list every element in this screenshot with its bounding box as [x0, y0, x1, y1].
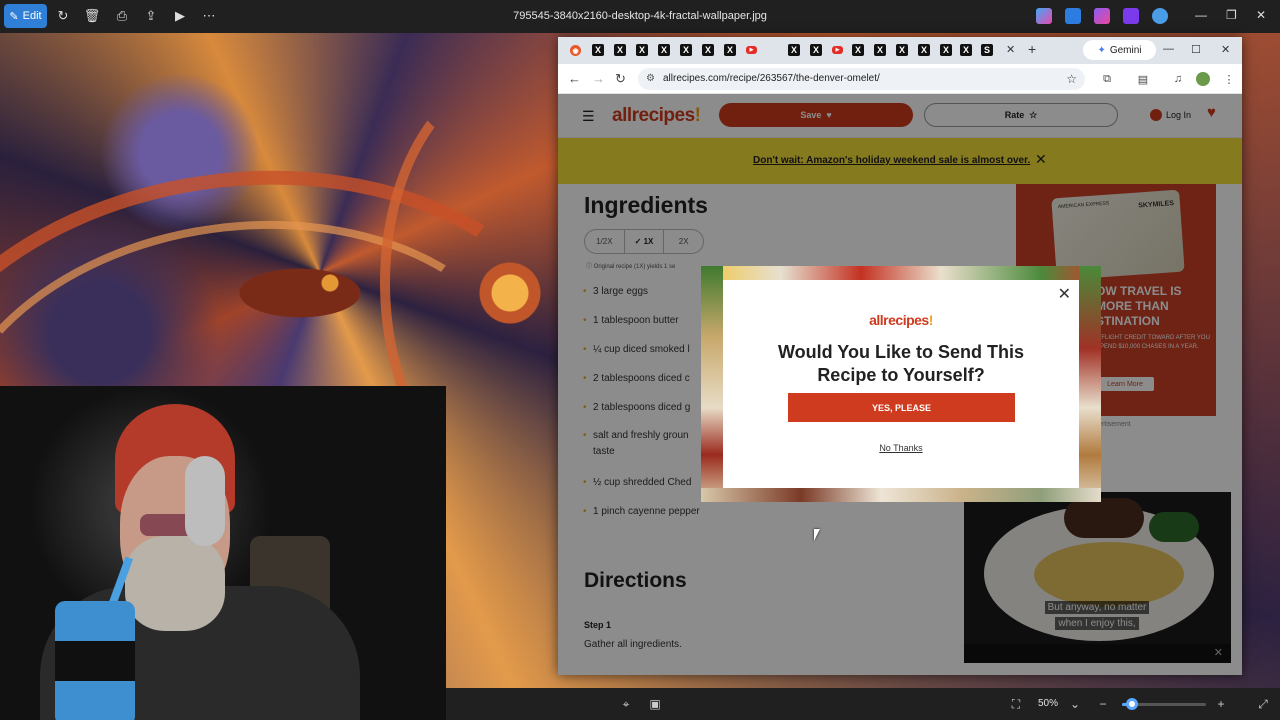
gemini-button[interactable]: ✦ Gemini — [1083, 40, 1156, 60]
zoom-out-icon[interactable]: − — [1096, 697, 1110, 711]
minimize-icon[interactable]: — — [1163, 43, 1174, 55]
vegetable-border — [1079, 266, 1101, 502]
gemini-label: Gemini — [1109, 44, 1142, 56]
browser-window: ◉ X X X X X X X ▶ X X ▶ X X X X X X S ✕ … — [558, 37, 1242, 675]
tab-x[interactable]: X — [788, 44, 800, 56]
close-icon[interactable]: ✕ — [1221, 43, 1230, 56]
modal-body: ✕ allrecipes! Would You Like to Send Thi… — [723, 280, 1079, 488]
copilot-icon[interactable] — [1036, 8, 1052, 24]
reading-mode-icon[interactable]: ▤ — [1136, 72, 1150, 86]
tab-x[interactable]: X — [810, 44, 822, 56]
zoom-in-icon[interactable]: + — [1214, 697, 1228, 711]
modal-close-icon[interactable]: ✕ — [1058, 284, 1071, 304]
modal-logo: allrecipes! — [869, 312, 934, 328]
send-recipe-modal: ✕ allrecipes! Would You Like to Send Thi… — [701, 266, 1101, 502]
tab-youtube[interactable]: ▶ — [746, 46, 757, 54]
zoom-slider[interactable] — [1122, 698, 1206, 710]
url-text: allrecipes.com/recipe/263567/the-denver-… — [663, 73, 880, 84]
text-extract-icon[interactable]: ▣ — [648, 697, 662, 711]
address-bar: ← → ↻ ⚙ allrecipes.com/recipe/263567/the… — [558, 64, 1242, 94]
new-tab-icon[interactable]: + — [1028, 41, 1036, 57]
profile-avatar[interactable] — [1196, 72, 1210, 86]
extensions-icon[interactable]: ⧉ — [1100, 72, 1114, 86]
tab-x[interactable]: X — [702, 44, 714, 56]
tab-x[interactable]: X — [680, 44, 692, 56]
app-tray-icon[interactable] — [1065, 8, 1081, 24]
tab-x[interactable]: X — [896, 44, 908, 56]
reload-icon[interactable]: ↻ — [615, 71, 626, 87]
tab-x[interactable]: X — [614, 44, 626, 56]
webcam-feed — [0, 386, 446, 720]
vegetable-border — [701, 266, 1101, 280]
yes-please-button[interactable]: YES, PLEASE — [788, 393, 1015, 422]
tab-youtube[interactable]: ▶ — [832, 46, 843, 54]
app-tray-icon[interactable] — [1123, 8, 1139, 24]
tab-x[interactable]: X — [636, 44, 648, 56]
tab-x[interactable]: X — [960, 44, 972, 56]
url-input[interactable]: ⚙ allrecipes.com/recipe/263567/the-denve… — [638, 68, 1085, 90]
restore-icon[interactable]: ❐ — [1226, 8, 1237, 22]
tab-x[interactable]: X — [724, 44, 736, 56]
fit-to-window-icon[interactable]: ⛶ — [1009, 697, 1023, 711]
tab-substack[interactable]: S — [981, 44, 993, 56]
gemini-icon: ✦ — [1097, 44, 1106, 56]
vegetable-border — [701, 488, 1101, 502]
tab-allrecipes[interactable]: ◉ — [570, 45, 581, 56]
headphones — [185, 456, 225, 546]
fullscreen-icon[interactable]: ⤢ — [1256, 697, 1270, 711]
no-thanks-link[interactable]: No Thanks — [723, 443, 1079, 453]
media-icon[interactable]: ♫ — [1171, 72, 1185, 86]
tab-strip: ◉ X X X X X X X ▶ X X ▶ X X X X X X S ✕ … — [558, 37, 1242, 64]
tab-x[interactable]: X — [940, 44, 952, 56]
menu-icon[interactable]: ⋮ — [1222, 72, 1236, 86]
app-tray-icon[interactable] — [1094, 8, 1110, 24]
tab-x[interactable]: X — [918, 44, 930, 56]
screen: ✎ Edit ↻ 🗑 ⎙ ⇪ ▶ ⋯ 795545-3840x2160-desk… — [0, 0, 1280, 720]
viewer-bottom-bar: ⌖ ▣ ⛶ 50% ⌄ − + ⤢ — [446, 688, 1280, 720]
onedrive-icon[interactable] — [1152, 8, 1168, 24]
modal-title: Would You Like to Send This Recipe to Yo… — [777, 342, 1024, 385]
mouse-cursor — [814, 529, 820, 541]
tab-x[interactable]: X — [874, 44, 886, 56]
zoom-slider-thumb[interactable] — [1126, 698, 1139, 710]
close-icon[interactable]: ✕ — [1256, 8, 1266, 22]
logo-mark: ! — [928, 312, 934, 328]
tab-close-icon[interactable]: ✕ — [1006, 43, 1015, 56]
minimize-icon[interactable]: — — [1195, 8, 1207, 22]
file-name: 795545-3840x2160-desktop-4k-fractal-wall… — [513, 10, 767, 22]
vegetable-border — [701, 266, 723, 502]
zoom-level-dropdown[interactable]: 50% — [1038, 698, 1058, 709]
viewer-toolbar: ✎ Edit ↻ 🗑 ⎙ ⇪ ▶ ⋯ 795545-3840x2160-desk… — [0, 0, 1280, 33]
maximize-icon[interactable]: ☐ — [1191, 43, 1201, 56]
tab-x[interactable]: X — [592, 44, 604, 56]
back-icon[interactable]: ← — [568, 71, 581, 86]
tab-x[interactable]: X — [852, 44, 864, 56]
tab-x[interactable]: X — [658, 44, 670, 56]
forward-icon[interactable]: → — [592, 71, 605, 86]
site-info-icon[interactable]: ⚙ — [646, 68, 655, 90]
zoom-dropdown-chevron-icon[interactable]: ⌄ — [1068, 697, 1082, 711]
visual-search-icon[interactable]: ⌖ — [619, 697, 633, 711]
web-page: ☰ allrecipes! Save ♥ Rate ☆ Log In ♥ Don… — [558, 94, 1242, 675]
bookmark-star-icon[interactable]: ☆ — [1066, 68, 1077, 90]
